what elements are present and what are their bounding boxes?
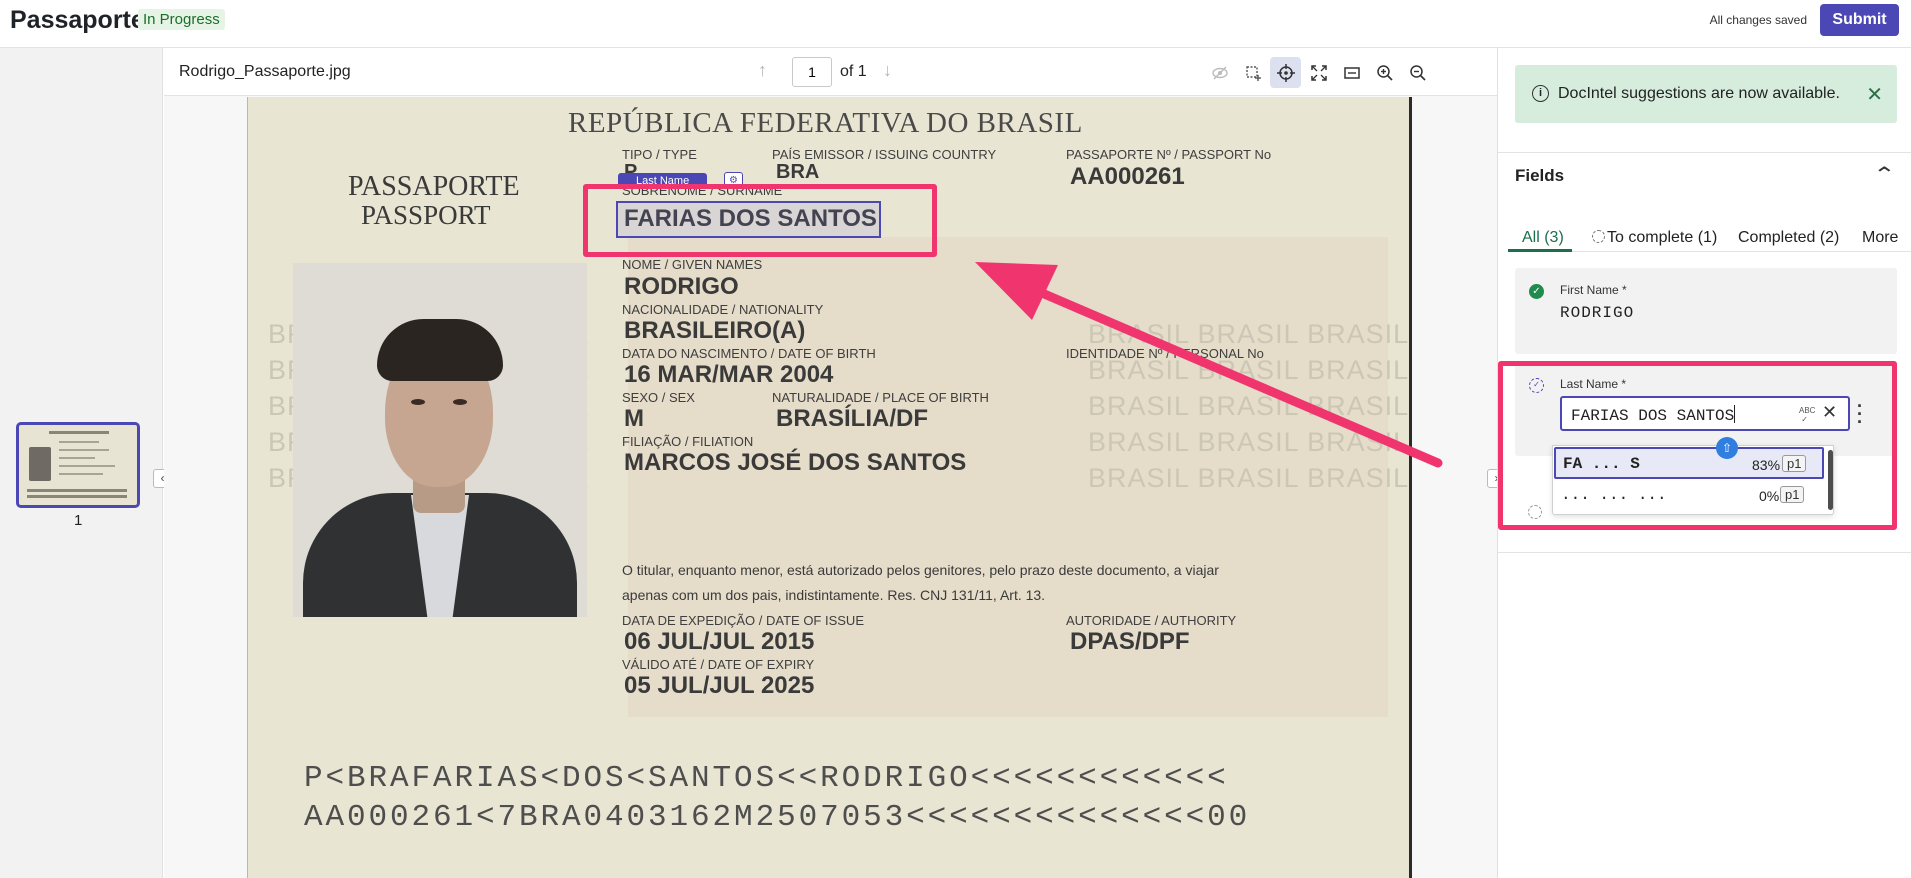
chevron-up-icon[interactable]: ⌃	[1873, 162, 1896, 187]
given-names-value: RODRIGO	[624, 273, 739, 300]
thumbnail-photo	[29, 447, 51, 481]
close-icon[interactable]: ✕	[1866, 82, 1883, 107]
watermark-text: BRASIL BRASIL BRASIL	[1088, 391, 1410, 421]
mrz-line: AA000261<7BRA0403162M2507053<<<<<<<<<<<<…	[304, 800, 1251, 835]
pending-icon	[1592, 230, 1605, 243]
tab-label: To complete (1)	[1607, 229, 1718, 246]
passport-title: PASSAPORTE	[348, 171, 520, 202]
issue-date-value: 06 JUL/JUL 2015	[624, 628, 815, 655]
photo-eye	[411, 399, 425, 405]
sex-value: M	[624, 405, 644, 432]
photo-eye	[453, 399, 467, 405]
notice-line: apenas com um dos pais, indistintamente.…	[622, 587, 1046, 603]
passport-number-label: PASSAPORTE Nº / PASSPORT No	[1066, 147, 1272, 162]
filiation-value: MARCOS JOSÉ DOS SANTOS	[624, 449, 967, 476]
page-count: of 1	[840, 63, 867, 80]
watermark-text: BRASIL BRASIL BRASIL	[1088, 427, 1410, 457]
divider	[1498, 152, 1911, 153]
viewer-toolbar: Rodrigo_Passaporte.jpg ↑ of 1 ↓	[164, 48, 1497, 96]
thumbnail-text-line	[59, 449, 109, 451]
given-names-label: NOME / GIVEN NAMES	[622, 257, 763, 272]
passport-number-value: AA000261	[1070, 163, 1185, 190]
page-number-input[interactable]	[792, 57, 832, 87]
zoom-in-icon[interactable]	[1369, 57, 1400, 88]
thumbnail-mrz-line	[27, 489, 127, 492]
notice-line: O titular, enquanto menor, está autoriza…	[622, 562, 1219, 578]
expiry-date-label: VÁLIDO ATÉ / DATE OF EXPIRY	[622, 657, 815, 672]
select-region-icon[interactable]	[1237, 57, 1268, 88]
tab-completed[interactable]: Completed (2)	[1738, 229, 1839, 247]
thumbnail-strip: 1	[0, 48, 163, 878]
file-name: Rodrigo_Passaporte.jpg	[179, 63, 351, 80]
thumbnail-text-line	[59, 457, 95, 459]
field-label: First Name *	[1560, 283, 1627, 297]
thumbnail-title-line	[49, 431, 109, 434]
nationality-value: BRASILEIRO(A)	[624, 317, 806, 344]
thumbnail-text-line	[59, 465, 115, 467]
place-of-birth-label: NATURALIDADE / PLACE OF BIRTH	[772, 390, 989, 405]
holder-photo	[293, 263, 587, 617]
field-tabs: All (3) To complete (1) Completed (2) Mo…	[1508, 218, 1911, 252]
expiry-date-value: 05 JUL/JUL 2025	[624, 672, 815, 699]
fit-screen-icon[interactable]	[1303, 57, 1334, 88]
issue-date-label: DATA DE EXPEDIÇÃO / DATE OF ISSUE	[622, 613, 864, 628]
nationality-label: NACIONALIDADE / NATIONALITY	[622, 302, 824, 317]
active-tab-indicator	[1508, 249, 1572, 252]
filiation-label: FILIAÇÃO / FILIATION	[622, 434, 754, 449]
date-of-birth-label: DATA DO NASCIMENTO / DATE OF BIRTH	[622, 346, 876, 361]
save-status: All changes saved	[1709, 13, 1807, 27]
tab-all[interactable]: All (3)	[1522, 229, 1564, 247]
country-label: PAÍS EMISSOR / ISSUING COUNTRY	[772, 147, 997, 162]
type-label: TIPO / TYPE	[622, 147, 697, 162]
thumbnail-label: 1	[74, 512, 83, 529]
personal-number-label: IDENTIDADE Nº / PERSONAL No	[1066, 346, 1264, 361]
field-card-first-name[interactable]: ✓ First Name * RODRIGO	[1515, 268, 1897, 354]
suggestions-toast: i DocIntel suggestions are now available…	[1515, 65, 1897, 123]
passport-header: REPÚBLICA FEDERATIVA DO BRASIL	[568, 107, 1083, 139]
annotation-highlight-panel	[1498, 361, 1897, 530]
place-of-birth-value: BRASÍLIA/DF	[776, 405, 928, 432]
passport-notice: O titular, enquanto menor, está autoriza…	[622, 558, 1322, 608]
submit-button[interactable]: Submit	[1820, 4, 1899, 36]
fit-width-icon[interactable]	[1336, 57, 1367, 88]
authority-label: AUTORIDADE / AUTHORITY	[1066, 613, 1237, 628]
check-circle-icon: ✓	[1529, 284, 1544, 299]
country-value: BRA	[776, 161, 820, 183]
tab-more[interactable]: More	[1862, 229, 1898, 247]
thumbnail-text-line	[59, 441, 99, 443]
photo-hair	[377, 319, 503, 381]
authority-value: DPAS/DPF	[1070, 628, 1190, 655]
next-page-icon[interactable]: ↓	[883, 60, 892, 81]
mrz-line: P<BRAFARIAS<DOS<SANTOS<<RODRIGO<<<<<<<<<…	[304, 761, 1229, 796]
previous-page-icon[interactable]: ↑	[758, 60, 767, 81]
date-of-birth-value: 16 MAR/MAR 2004	[624, 361, 834, 388]
thumbnail-mrz-line	[27, 495, 127, 498]
annotation-highlight-document	[583, 184, 937, 257]
thumbnail-text-line	[59, 473, 103, 475]
passport-title-en: PASSPORT	[361, 200, 491, 230]
status-badge: In Progress	[138, 9, 225, 30]
field-value: RODRIGO	[1560, 304, 1635, 322]
fields-heading: Fields	[1515, 166, 1565, 185]
sex-label: SEXO / SEX	[622, 390, 695, 405]
page-thumbnail[interactable]	[16, 422, 140, 508]
eye-off-icon[interactable]	[1204, 57, 1235, 88]
tab-to-complete[interactable]: To complete (1)	[1592, 229, 1717, 247]
crosshair-icon[interactable]	[1270, 57, 1301, 88]
divider	[1497, 552, 1911, 553]
document-viewer: Rodrigo_Passaporte.jpg ↑ of 1 ↓ BRASIL B…	[164, 48, 1497, 878]
watermark-text: BRASIL BRASIL BRASIL	[1088, 463, 1410, 493]
zoom-out-icon[interactable]	[1402, 57, 1433, 88]
toast-message: DocIntel suggestions are now available.	[1558, 85, 1840, 102]
top-bar: Passaporte In Progress All changes saved…	[0, 0, 1911, 48]
page-title: Passaporte	[10, 6, 145, 34]
info-icon: i	[1532, 85, 1549, 102]
